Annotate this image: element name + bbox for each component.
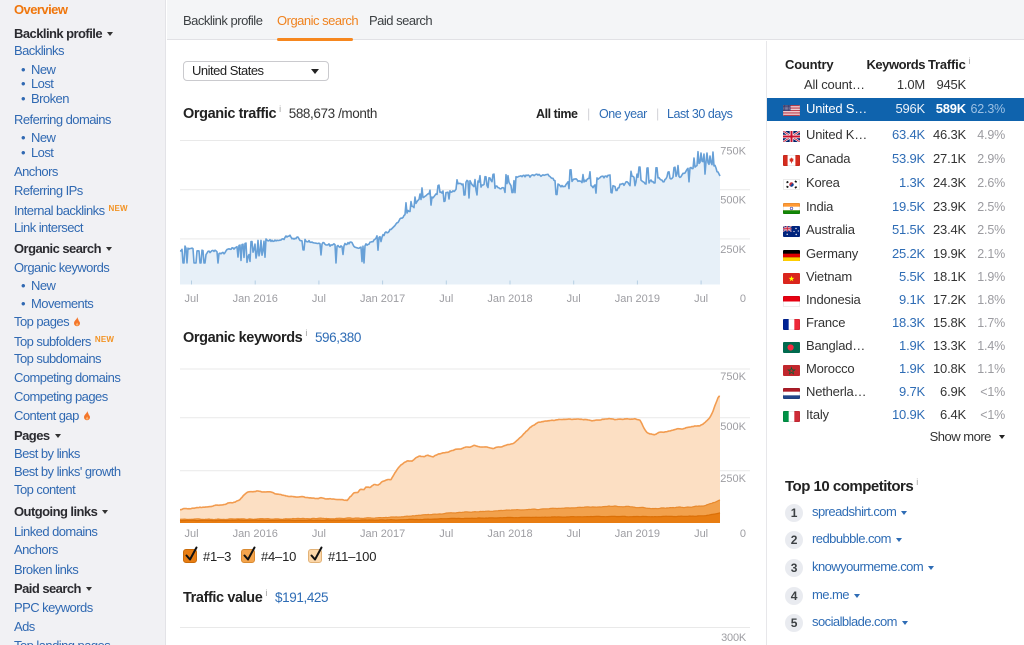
svg-text:750K: 750K — [720, 146, 746, 158]
svg-text:Jul: Jul — [694, 528, 708, 540]
svg-text:Jul: Jul — [439, 293, 453, 305]
svg-text:Jan 2016: Jan 2016 — [233, 293, 278, 305]
svg-text:Jan 2019: Jan 2019 — [615, 528, 660, 540]
svg-text:750K: 750K — [720, 371, 746, 383]
svg-text:Jan 2019: Jan 2019 — [615, 293, 660, 305]
svg-text:0: 0 — [740, 528, 746, 540]
svg-text:Jul: Jul — [312, 293, 326, 305]
svg-text:500K: 500K — [720, 195, 746, 207]
svg-text:Jul: Jul — [694, 293, 708, 305]
svg-text:Jul: Jul — [567, 293, 581, 305]
svg-text:0: 0 — [740, 293, 746, 305]
svg-text:Jul: Jul — [439, 528, 453, 540]
svg-text:Jul: Jul — [184, 528, 198, 540]
svg-text:250K: 250K — [720, 473, 746, 485]
svg-text:Jul: Jul — [312, 528, 326, 540]
svg-text:500K: 500K — [720, 421, 746, 433]
svg-text:Jan 2017: Jan 2017 — [360, 293, 405, 305]
svg-text:Jan 2017: Jan 2017 — [360, 528, 405, 540]
svg-text:250K: 250K — [720, 244, 746, 256]
svg-text:Jul: Jul — [184, 293, 198, 305]
svg-text:Jul: Jul — [567, 528, 581, 540]
svg-text:Jan 2018: Jan 2018 — [487, 293, 532, 305]
svg-text:Jan 2018: Jan 2018 — [487, 528, 532, 540]
svg-text:Jan 2016: Jan 2016 — [233, 528, 278, 540]
